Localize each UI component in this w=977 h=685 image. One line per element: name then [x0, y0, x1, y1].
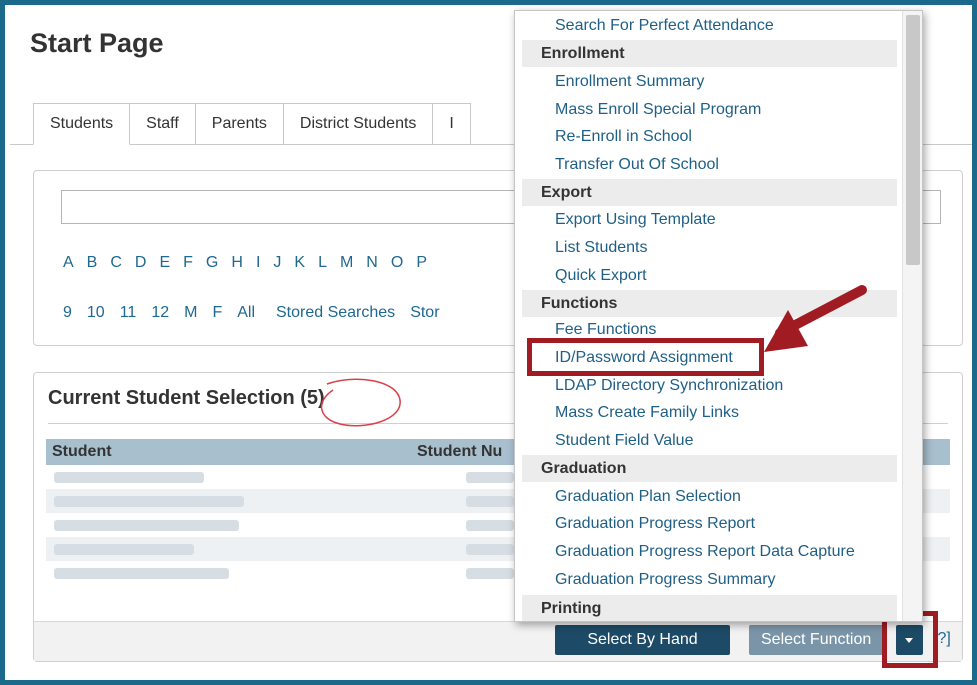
all-link[interactable]: All: [237, 304, 255, 322]
menu-item-family-links[interactable]: Mass Create Family Links: [555, 404, 739, 422]
letter-link[interactable]: I: [256, 254, 260, 272]
menu-heading-printing: Printing: [522, 595, 897, 621]
letter-link[interactable]: J: [273, 254, 281, 272]
tab-bar: Students Staff Parents District Students…: [33, 103, 471, 145]
female-link[interactable]: F: [212, 304, 222, 322]
menu-item-ldap-sync[interactable]: LDAP Directory Synchronization: [555, 377, 783, 395]
menu-item-export-template[interactable]: Export Using Template: [555, 211, 716, 229]
letter-link[interactable]: M: [340, 254, 353, 272]
redacted-name: [54, 520, 239, 531]
tab-district-students[interactable]: District Students: [282, 103, 434, 145]
stored-searches-link[interactable]: Stored Searches: [276, 304, 395, 322]
menu-item-enrollment-summary[interactable]: Enrollment Summary: [555, 73, 704, 91]
letter-link[interactable]: O: [391, 254, 403, 272]
letter-link[interactable]: A: [63, 254, 74, 272]
letter-link[interactable]: D: [135, 254, 147, 272]
letter-link[interactable]: C: [110, 254, 122, 272]
letter-link[interactable]: L: [318, 254, 327, 272]
menu-item-graduation-plan[interactable]: Graduation Plan Selection: [555, 488, 741, 506]
menu-item-search-perfect-attendance[interactable]: Search For Perfect Attendance: [555, 17, 774, 35]
column-header-student-number[interactable]: Student Nu: [417, 443, 502, 461]
scrollbar-thumb[interactable]: [906, 15, 920, 265]
grade-12-link[interactable]: 12: [151, 304, 169, 322]
menu-item-transfer-out[interactable]: Transfer Out Of School: [555, 156, 719, 174]
menu-item-re-enroll[interactable]: Re-Enroll in School: [555, 128, 692, 146]
tab-staff[interactable]: Staff: [129, 103, 196, 145]
letter-link[interactable]: E: [159, 254, 170, 272]
redacted-name: [54, 568, 229, 579]
redacted-number: [466, 568, 514, 579]
menu-item-graduation-data-capture[interactable]: Graduation Progress Report Data Capture: [555, 543, 855, 561]
letter-link[interactable]: H: [231, 254, 243, 272]
annotation-arrow-icon: [764, 285, 867, 352]
redacted-name: [54, 496, 244, 507]
annotation-circle: [321, 378, 401, 427]
menu-scrollbar[interactable]: [902, 11, 922, 621]
redacted-number: [466, 496, 514, 507]
letter-link[interactable]: F: [183, 254, 193, 272]
quick-search-links: 9 10 11 12 M F All Stored Searches Stor: [63, 304, 440, 322]
menu-item-graduation-progress-report[interactable]: Graduation Progress Report: [555, 515, 755, 533]
letter-link[interactable]: G: [206, 254, 218, 272]
tab-partial[interactable]: I: [432, 103, 471, 145]
male-link[interactable]: M: [184, 304, 197, 322]
redacted-name: [54, 472, 204, 483]
menu-heading-export: Export: [522, 179, 897, 206]
grade-10-link[interactable]: 10: [87, 304, 105, 322]
grade-11-link[interactable]: 11: [120, 304, 137, 322]
menu-heading-graduation: Graduation: [522, 455, 897, 482]
menu-item-graduation-summary[interactable]: Graduation Progress Summary: [555, 571, 776, 589]
column-header-student[interactable]: Student: [52, 443, 112, 461]
redacted-number: [466, 520, 514, 531]
menu-item-quick-export[interactable]: Quick Export: [555, 267, 647, 285]
tab-students[interactable]: Students: [33, 103, 131, 145]
select-function-button[interactable]: Select Function: [749, 625, 885, 655]
selection-title: Current Student Selection (5): [48, 387, 325, 409]
menu-item-fee-functions[interactable]: Fee Functions: [555, 321, 656, 339]
menu-item-list-students[interactable]: List Students: [555, 239, 648, 257]
tab-parents[interactable]: Parents: [194, 103, 284, 145]
redacted-name: [54, 544, 194, 555]
letter-link[interactable]: B: [87, 254, 98, 272]
letter-link[interactable]: P: [416, 254, 427, 272]
menu-item-student-field-value[interactable]: Student Field Value: [555, 432, 693, 450]
letter-link[interactable]: K: [294, 254, 305, 272]
grade-9-link[interactable]: 9: [63, 304, 72, 322]
letter-link[interactable]: N: [366, 254, 378, 272]
menu-heading-enrollment: Enrollment: [522, 40, 897, 67]
redacted-number: [466, 544, 514, 555]
page-title: Start Page: [30, 28, 164, 58]
annotation-highlight-box: [527, 338, 764, 376]
menu-item-mass-enroll[interactable]: Mass Enroll Special Program: [555, 101, 761, 119]
redacted-number: [466, 472, 514, 483]
select-by-hand-button[interactable]: Select By Hand: [555, 625, 730, 655]
alphabet-links: A B C D E F G H I J K L M N O P: [63, 254, 427, 272]
store-search-link[interactable]: Stor: [410, 304, 439, 322]
annotation-circle-stroke: [321, 378, 401, 427]
